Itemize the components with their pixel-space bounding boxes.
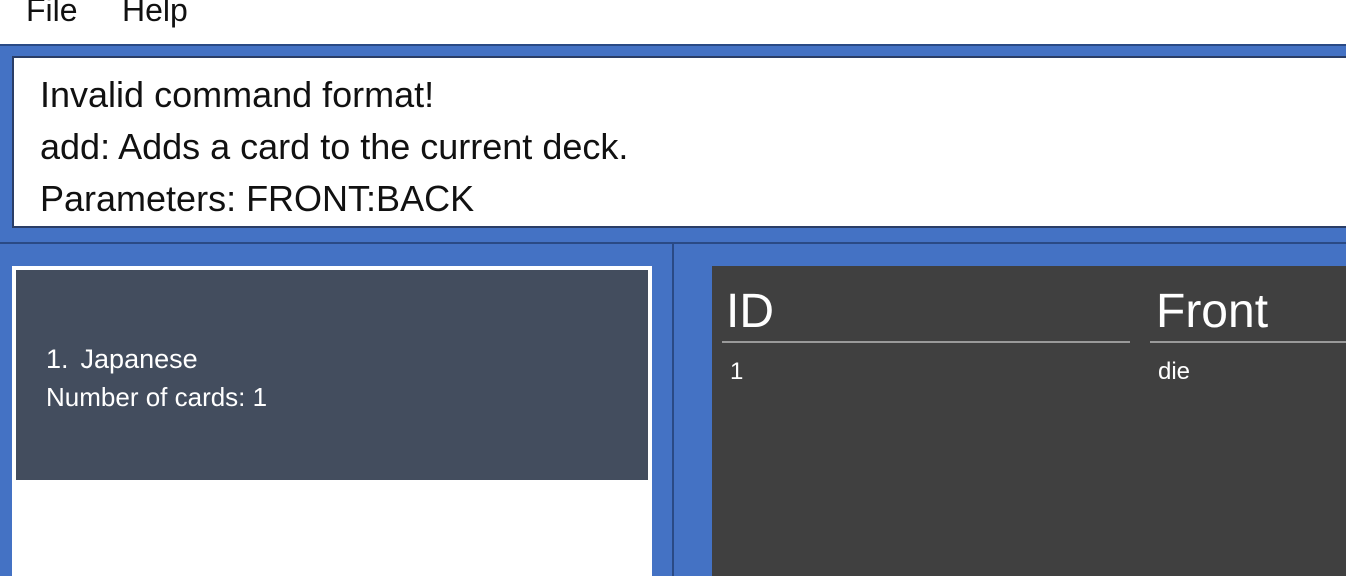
result-line-usage: add: Adds a card to the current deck. — [40, 126, 629, 167]
deck-list-panel: 1. Japanese Number of cards: 1 — [12, 266, 652, 576]
column-header-underline-id — [722, 341, 1130, 343]
deck-name: Japanese — [80, 344, 198, 374]
column-header-front[interactable]: Front — [1156, 284, 1268, 339]
result-display[interactable]: Invalid command format! add: Adds a card… — [12, 56, 1346, 228]
menu-help[interactable]: Help — [122, 0, 188, 29]
card-table: ID Front 1 die — [712, 266, 1346, 576]
result-line-parameters: Parameters: FRONT:BACK — [40, 178, 475, 219]
split-pane-divider[interactable] — [672, 244, 674, 576]
cell-id: 1 — [730, 358, 744, 385]
deck-list-item[interactable]: 1. Japanese Number of cards: 1 — [16, 270, 648, 480]
deck-index: 1. — [46, 344, 69, 374]
deck-title: 1. Japanese — [46, 344, 198, 375]
menu-bar: File Help — [0, 0, 1346, 46]
result-line-error: Invalid command format! — [40, 74, 435, 115]
cell-front: die — [1158, 358, 1191, 385]
menu-file[interactable]: File — [26, 0, 78, 29]
column-header-underline-front — [1150, 341, 1346, 343]
deck-card-count: Number of cards: 1 — [46, 382, 268, 412]
column-header-id[interactable]: ID — [726, 284, 774, 339]
